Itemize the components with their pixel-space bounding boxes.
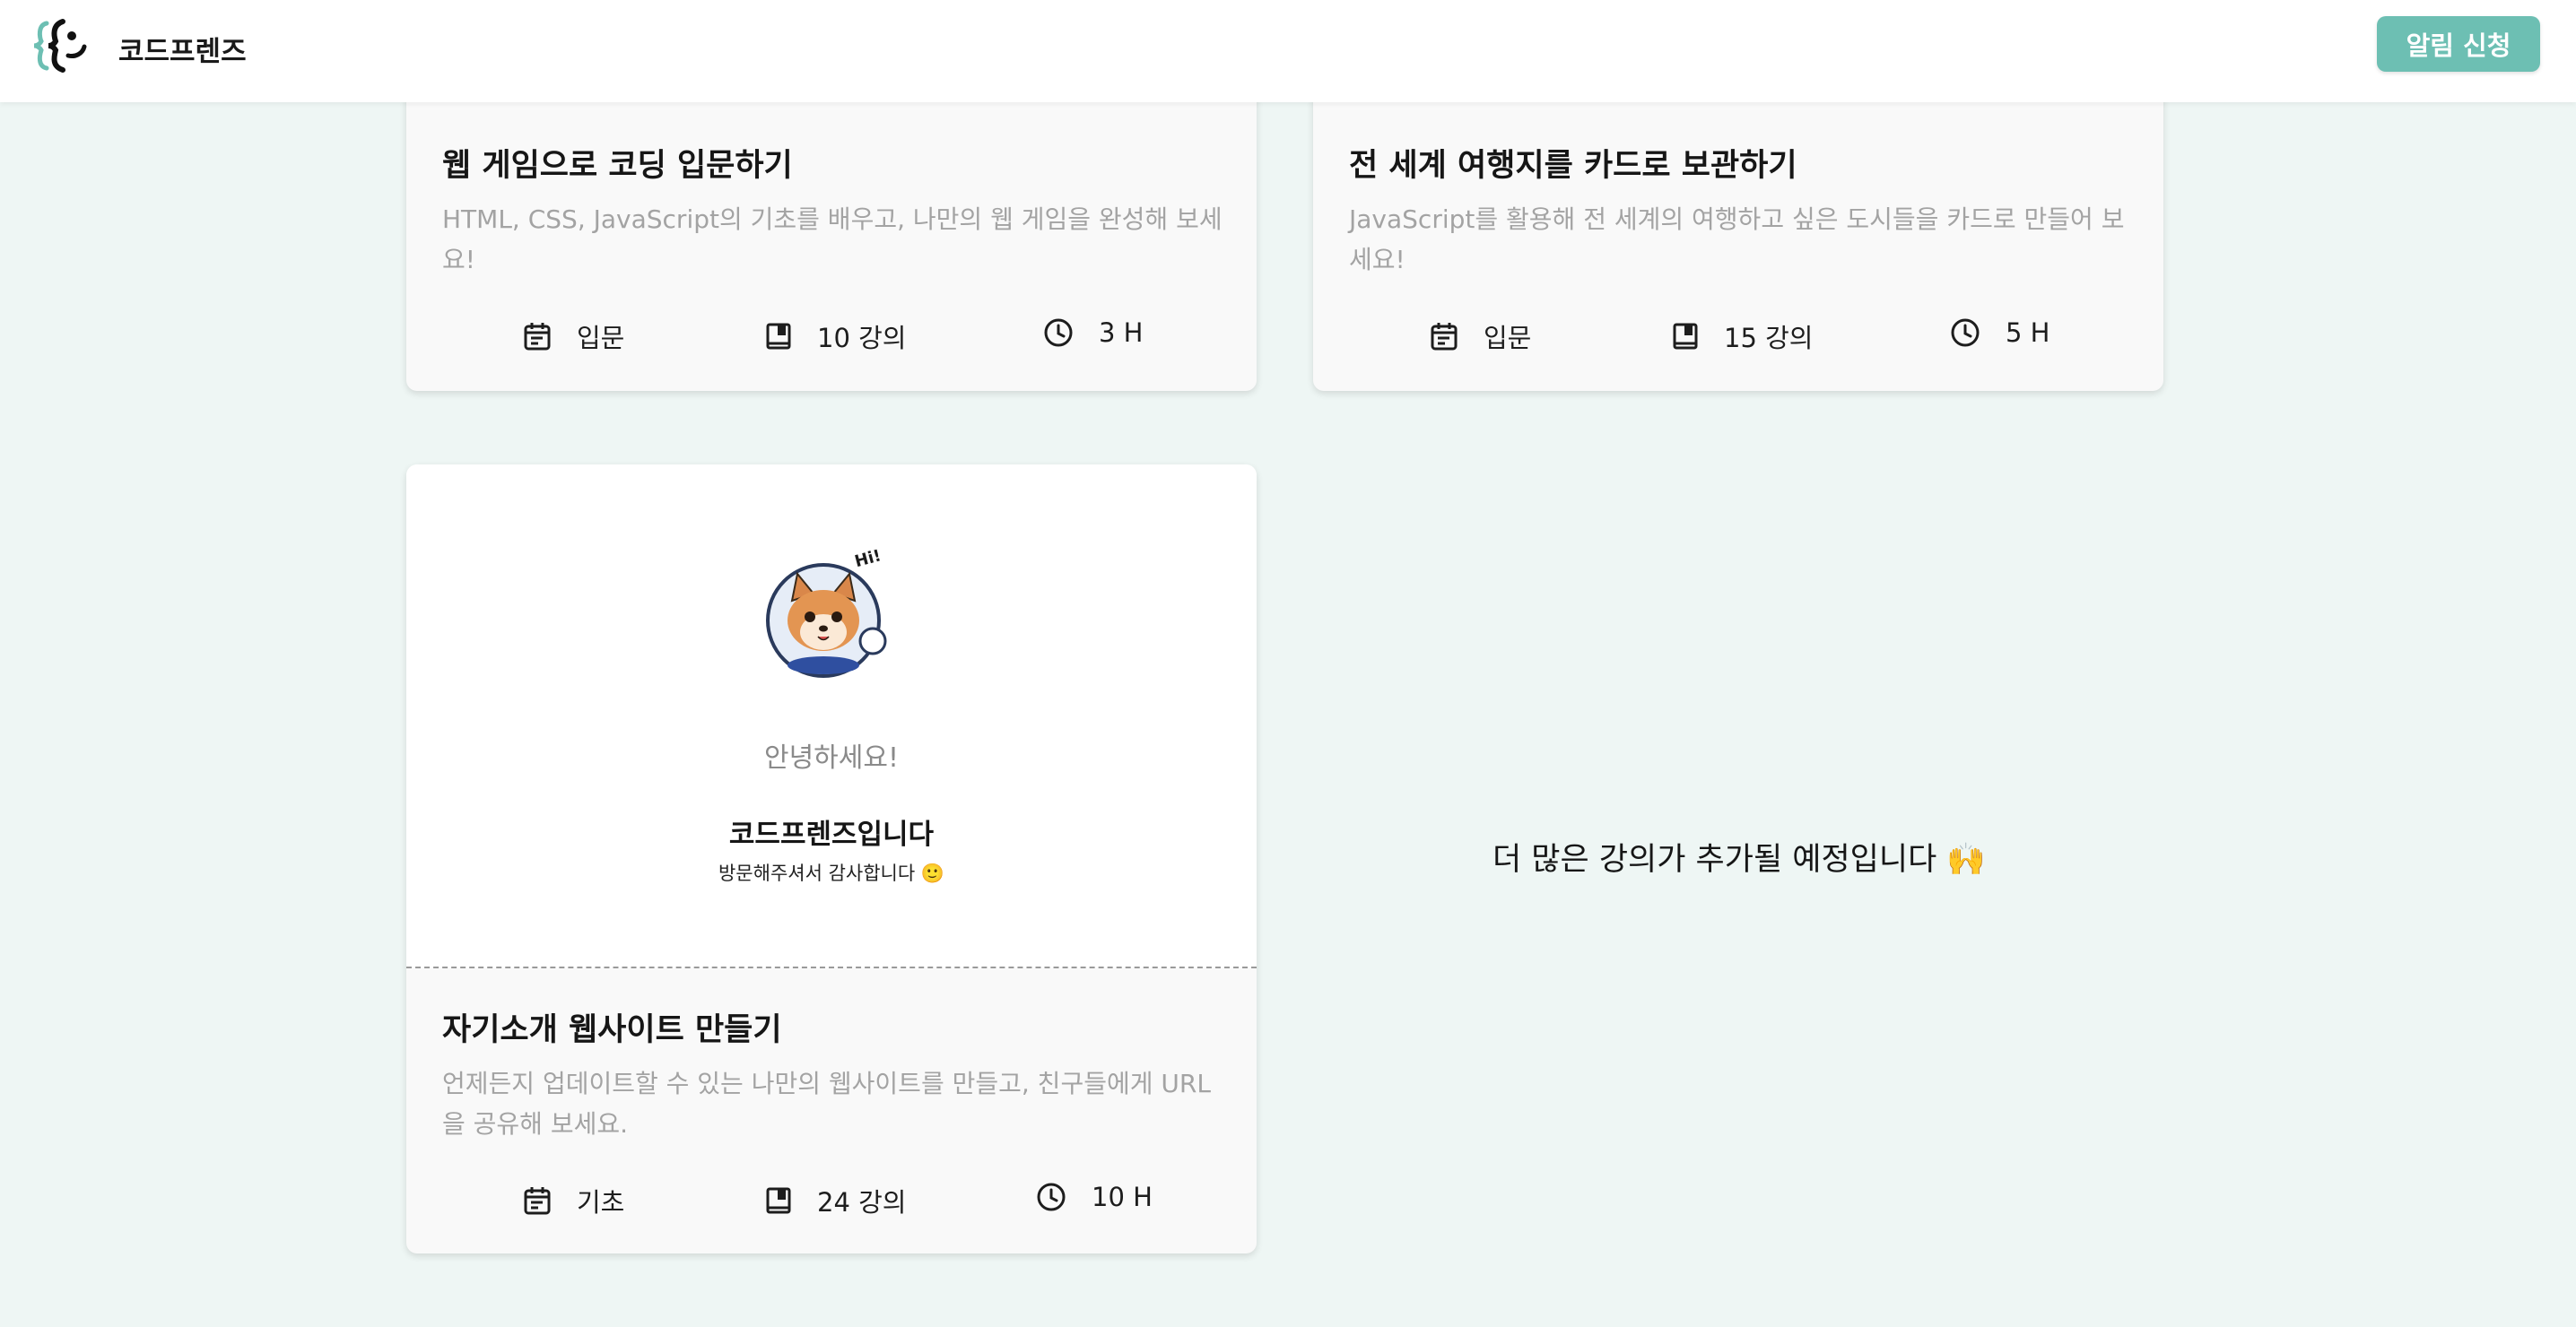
course-title: 웹 게임으로 코딩 입문하기 [442, 148, 793, 184]
course-lessons-label: 10 강의 [817, 323, 907, 353]
shiba-avatar-icon: Hi! [766, 547, 887, 678]
more-courses-notice: 더 많은 강의가 추가될 예정입니다 🙌 [1492, 842, 1986, 878]
codefriends-logo-icon[interactable] [32, 16, 91, 75]
course-preview: Hi! 안녕하세요! 코드프렌즈입니다 방문해주셔서 감사합니다 🙂 [406, 464, 1257, 968]
course-lessons-label: 15 강의 [1724, 323, 1814, 353]
course-duration: 10 H [1036, 1182, 1153, 1212]
book-icon [766, 323, 791, 350]
course-lessons: 10 강의 [765, 317, 906, 355]
course-card[interactable]: 웹 게임으로 코딩 입문하기 HTML, CSS, JavaScript의 기초… [406, 57, 1257, 391]
clock-icon [1044, 318, 1073, 347]
book-icon [766, 1187, 791, 1214]
preview-intro: 코드프렌즈입니다 [728, 819, 935, 851]
course-lessons: 24 강의 [765, 1182, 906, 1219]
preview-greeting: 안녕하세요! [763, 742, 900, 774]
book-icon [1673, 323, 1698, 350]
course-duration: 3 H [1043, 317, 1143, 348]
course-description: HTML, CSS, JavaScript의 기초를 배우고, 나만의 웹 게임… [442, 204, 1223, 274]
course-level-label: 입문 [577, 323, 625, 353]
course-title: 자기소개 웹사이트 만들기 [442, 1012, 782, 1048]
course-lessons: 15 강의 [1672, 317, 1813, 355]
course-title: 전 세계 여행지를 카드로 보관하기 [1349, 148, 1797, 184]
calendar-icon [524, 1187, 551, 1215]
course-level: 입문 [1430, 317, 1531, 355]
calendar-icon [1431, 323, 1458, 351]
course-level-label: 입문 [1484, 323, 1532, 353]
course-level: 입문 [523, 317, 624, 355]
clock-icon [1951, 318, 1980, 347]
course-level-label: 기초 [577, 1187, 625, 1218]
clock-icon [1037, 1183, 1066, 1211]
avatar-hi-label: Hi! [853, 547, 883, 571]
preview-thanks: 방문해주셔서 감사합니다 🙂 [718, 863, 945, 884]
brand-name[interactable]: 코드프렌즈 [118, 29, 247, 69]
course-description: JavaScript를 활용해 전 세계의 여행하고 싶은 도시들을 카드로 만… [1349, 204, 2125, 274]
course-duration-label: 10 H [1092, 1182, 1153, 1212]
top-header: 코드프렌즈 알림 신청 [0, 0, 2576, 102]
course-card[interactable]: Hi! 안녕하세요! 코드프렌즈입니다 방문해주셔서 감사합니다 🙂 자기소개 … [406, 464, 1257, 1253]
course-duration: 5 H [1950, 317, 2049, 348]
course-card[interactable]: 전 세계 여행지를 카드로 보관하기 JavaScript를 활용해 전 세계의… [1313, 57, 2163, 391]
notify-signup-button[interactable]: 알림 신청 [2377, 16, 2540, 72]
course-description: 언제든지 업데이트할 수 있는 나만의 웹사이트를 만들고, 친구들에게 URL… [442, 1069, 1211, 1139]
course-lessons-label: 24 강의 [817, 1187, 907, 1218]
course-level: 기초 [523, 1182, 624, 1219]
course-duration-label: 3 H [1099, 317, 1144, 348]
course-duration-label: 5 H [2006, 317, 2050, 348]
calendar-icon [524, 323, 551, 351]
